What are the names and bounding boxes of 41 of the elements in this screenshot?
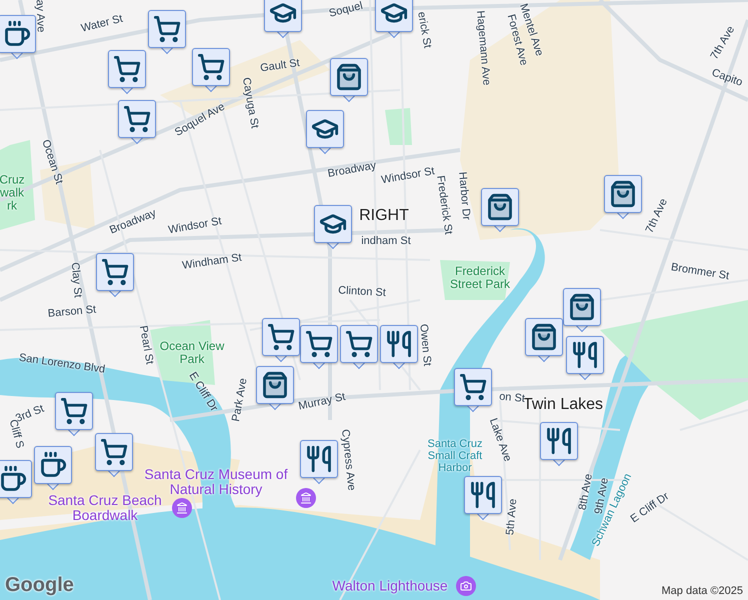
street-label: 8th Ave	[576, 472, 595, 511]
street-label: 5th Ave	[503, 498, 520, 536]
street-label: Broadway	[326, 158, 378, 182]
street-label: E Cliff Dr	[628, 490, 672, 528]
landmark-label: Walton Lighthouse	[332, 578, 448, 594]
street-label: on St	[498, 390, 526, 405]
street-label: indham St	[361, 234, 411, 249]
street-label: San Lorenzo Blvd	[18, 350, 106, 378]
street-label: 7th Ave	[707, 23, 738, 63]
park-label: Cruz walk rk	[0, 174, 26, 212]
street-label: Capito	[709, 66, 745, 91]
street-label: Murray St	[296, 390, 348, 415]
street-label: Hagemann Ave	[473, 10, 494, 86]
street-label: Lake Ave	[486, 416, 515, 464]
street-label: Frederick St	[434, 174, 456, 236]
street-label: Pearl St	[136, 324, 157, 366]
google-logo: Google	[5, 574, 74, 596]
street-label: Harbor Dr	[455, 171, 474, 221]
street-label: Windsor St	[380, 164, 436, 188]
street-label: ay Ave	[32, 0, 48, 33]
street-label: 7th Ave	[642, 196, 671, 236]
street-label: Park Ave	[229, 376, 250, 424]
street-label: Windsor St	[167, 214, 223, 238]
street-label: Brommer St	[670, 260, 730, 284]
street-label: Gault St	[259, 56, 301, 76]
park-label: Ocean View Park	[158, 340, 226, 366]
street-label: Owen St	[416, 323, 434, 367]
street-label: Clay St	[68, 262, 85, 298]
street-label: Cypress Ave	[338, 428, 358, 492]
street-label: Cayuga St	[238, 76, 262, 130]
street-label: Soquel	[327, 0, 365, 22]
street-label: Windham St	[181, 250, 243, 274]
street-label: Barson St	[47, 302, 97, 322]
street-label: erick St	[414, 10, 434, 50]
landmark-label: Santa Cruz Beach Boardwalk	[47, 493, 163, 523]
street-label: Ocean St	[38, 138, 66, 186]
street-label: Clinton St	[338, 284, 386, 301]
street-label: E Cliff Dr	[186, 369, 221, 415]
park-label: Frederick Street Park	[448, 265, 512, 291]
place-label: RIGHT	[359, 206, 409, 226]
street-label: Water St	[79, 12, 125, 37]
